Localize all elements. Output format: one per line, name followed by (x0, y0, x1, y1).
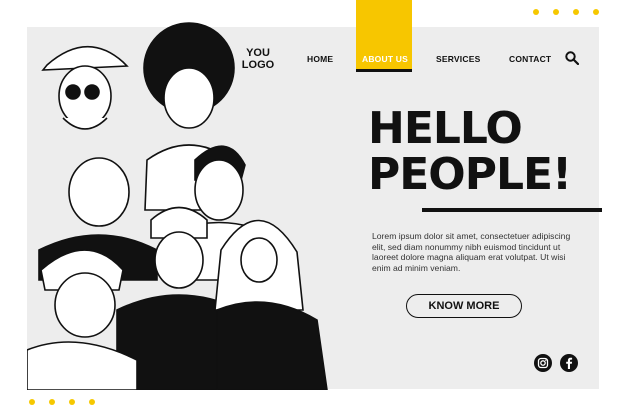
nav-home[interactable]: HOME (307, 54, 333, 64)
brand-logo[interactable]: YOU LOGO (236, 47, 280, 71)
people-illustration (27, 22, 328, 390)
logo-line-2: LOGO (241, 59, 275, 71)
facebook-icon[interactable] (560, 354, 578, 372)
hero-title-line-2: PEOPLE! (368, 149, 572, 200)
hero-divider (422, 208, 602, 212)
search-icon[interactable] (565, 51, 579, 65)
instagram-icon[interactable] (534, 354, 552, 372)
nav-services[interactable]: SERVICES (436, 54, 480, 64)
hero-title-line-1: HELLO (368, 103, 523, 154)
hero-body-text: Lorem ipsum dolor sit amet, consectetuer… (372, 231, 571, 273)
nav-contact[interactable]: CONTACT (509, 54, 551, 64)
decorative-dots-top (533, 9, 599, 15)
know-more-button[interactable]: KNOW MORE (406, 294, 522, 318)
nav-about-us[interactable]: ABOUT US (362, 54, 408, 64)
logo-line-1: YOU (246, 47, 270, 59)
nav-active-underline (356, 69, 412, 72)
decorative-dots-bottom (29, 399, 95, 405)
hero-title: HELLO PEOPLE! (368, 103, 572, 200)
